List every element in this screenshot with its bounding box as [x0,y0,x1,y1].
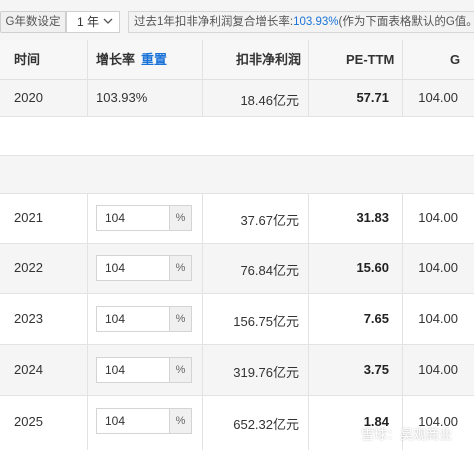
info-suffix: (作为下面表格默认的G值。 [338,16,474,28]
g-years-select[interactable]: 1 年 [66,11,120,33]
growth-input-value: 104 [105,211,126,225]
info-prefix: 过去1年扣非净利润复合增长率: [134,16,294,28]
growth-input[interactable]: 104 % [96,255,192,281]
pe-cell: 31.83 [356,210,389,225]
g-cell: 104.00 [418,210,458,225]
profit-cell: 156.75亿元 [233,314,299,329]
info-value: 103.93% [293,16,339,28]
column-divider [202,193,203,450]
g-years-label: G年数设定 [0,11,66,33]
year-cell: 2022 [14,260,43,275]
column-divider [202,40,203,117]
percent-unit: % [169,206,191,230]
profit-cell: 76.84亿元 [240,263,299,278]
header-growth: 增长率 重置 [96,40,167,80]
profit-cell: 319.76亿元 [233,365,299,380]
header-profit: 扣非净利润 [236,52,302,67]
percent-unit: % [169,307,191,331]
pe-cell: 7.65 [363,311,389,326]
profit-cell: 652.32亿元 [233,417,299,432]
g-cell: 104.00 [418,90,458,105]
growth-input-value: 104 [105,414,126,428]
pe-cell: 15.60 [356,260,389,275]
g-years-value: 1 年 [77,15,100,29]
profit-cell: 37.67亿元 [240,213,299,228]
g-cell: 104.00 [418,260,458,275]
snowball-logo-icon [342,426,358,442]
g-cell: 104.00 [418,362,458,377]
year-cell: 2023 [14,311,43,326]
column-divider [402,193,403,450]
growth-input[interactable]: 104 % [96,408,192,434]
header-g: G [450,52,461,67]
growth-input-value: 104 [105,363,126,377]
watermark-text: 雪球：昊观商业 [361,427,453,442]
g-cell: 104.00 [418,311,458,326]
growth-cell: 103.93% [96,90,148,105]
column-divider [87,193,88,450]
year-cell: 2024 [14,362,43,377]
percent-unit: % [169,256,191,280]
watermark: 雪球：昊观商业 [342,424,452,443]
empty-row [0,117,474,155]
percent-unit: % [169,409,191,433]
growth-input-value: 104 [105,261,126,275]
year-cell: 2021 [14,210,43,225]
reset-link[interactable]: 重置 [141,52,167,67]
growth-input[interactable]: 104 % [96,357,192,383]
growth-input[interactable]: 104 % [96,306,192,332]
profit-cell: 18.46亿元 [240,93,299,108]
header-growth-label: 增长率 [96,52,136,67]
column-divider [308,40,309,117]
year-cell: 2025 [14,414,43,429]
empty-row [0,155,474,193]
growth-input-value: 104 [105,312,126,326]
header-pe: PE-TTM [346,52,395,67]
growth-input[interactable]: 104 % [96,205,192,231]
row-divider [0,155,474,156]
column-divider [402,40,403,117]
pe-cell: 57.71 [356,90,389,105]
toolbar: G年数设定 1 年 过去1年扣非净利润复合增长率:103.93%(作为下面表格默… [0,0,474,40]
year-cell: 2020 [14,90,43,105]
header-time: 时间 [14,52,41,67]
column-divider [308,193,309,450]
pe-cell: 3.75 [363,362,389,377]
column-divider [87,40,88,117]
percent-unit: % [169,358,191,382]
growth-rate-info: 过去1年扣非净利润复合增长率:103.93%(作为下面表格默认的G值。 [128,11,474,33]
chevron-down-icon [103,18,113,24]
